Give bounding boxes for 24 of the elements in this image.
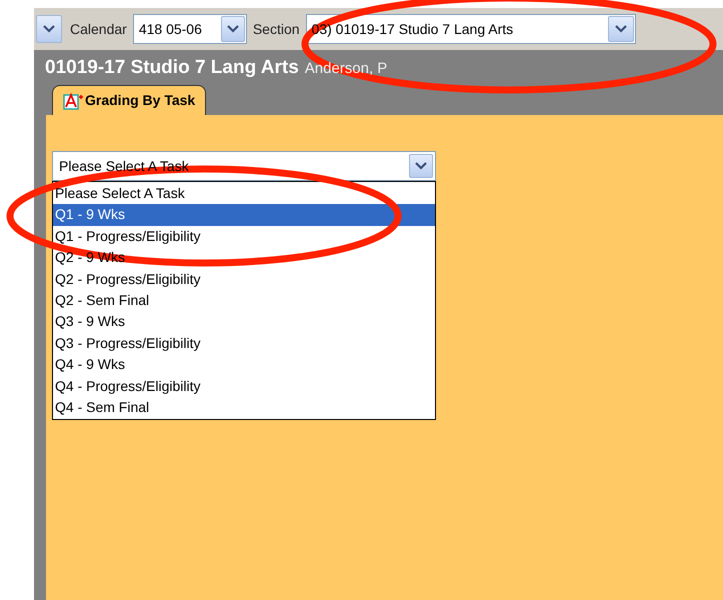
task-option[interactable]: Q4 - 9 Wks [53, 354, 435, 376]
tab[interactable]: Grading By Task [52, 85, 206, 115]
dropdown-button[interactable] [608, 16, 634, 42]
grade-icon [63, 92, 83, 110]
task-option[interactable]: Q1 - Progress/Eligibility [53, 226, 435, 248]
chevron-down-icon [614, 25, 627, 33]
calendar-label: Calendar [70, 20, 127, 38]
dropdown-button[interactable] [409, 154, 433, 178]
section-label: Section [252, 20, 300, 38]
dropdown-button[interactable] [36, 15, 62, 43]
task-option[interactable]: Q3 - Progress/Eligibility [53, 332, 435, 354]
task-option[interactable]: Q3 - 9 Wks [53, 311, 435, 333]
course-title: 01019-17 Studio 7 Lang Arts [45, 56, 299, 80]
chevron-down-icon [226, 25, 239, 33]
calendar-select[interactable]: 418 05-06 [132, 14, 247, 44]
task-option[interactable]: Q2 - Sem Final [53, 290, 435, 312]
task-option[interactable]: Q4 - Sem Final [53, 396, 435, 418]
task-option[interactable]: Q1 - 9 Wks [53, 204, 435, 226]
task-option[interactable]: Q2 - Progress/Eligibility [53, 268, 435, 290]
task-option[interactable]: Q4 - Progress/Eligibility [53, 376, 435, 397]
chevron-down-icon [43, 25, 55, 33]
task-option[interactable]: Please Select A Task [53, 183, 435, 204]
dropdown-button[interactable] [220, 16, 245, 42]
chevron-down-icon [415, 162, 427, 170]
